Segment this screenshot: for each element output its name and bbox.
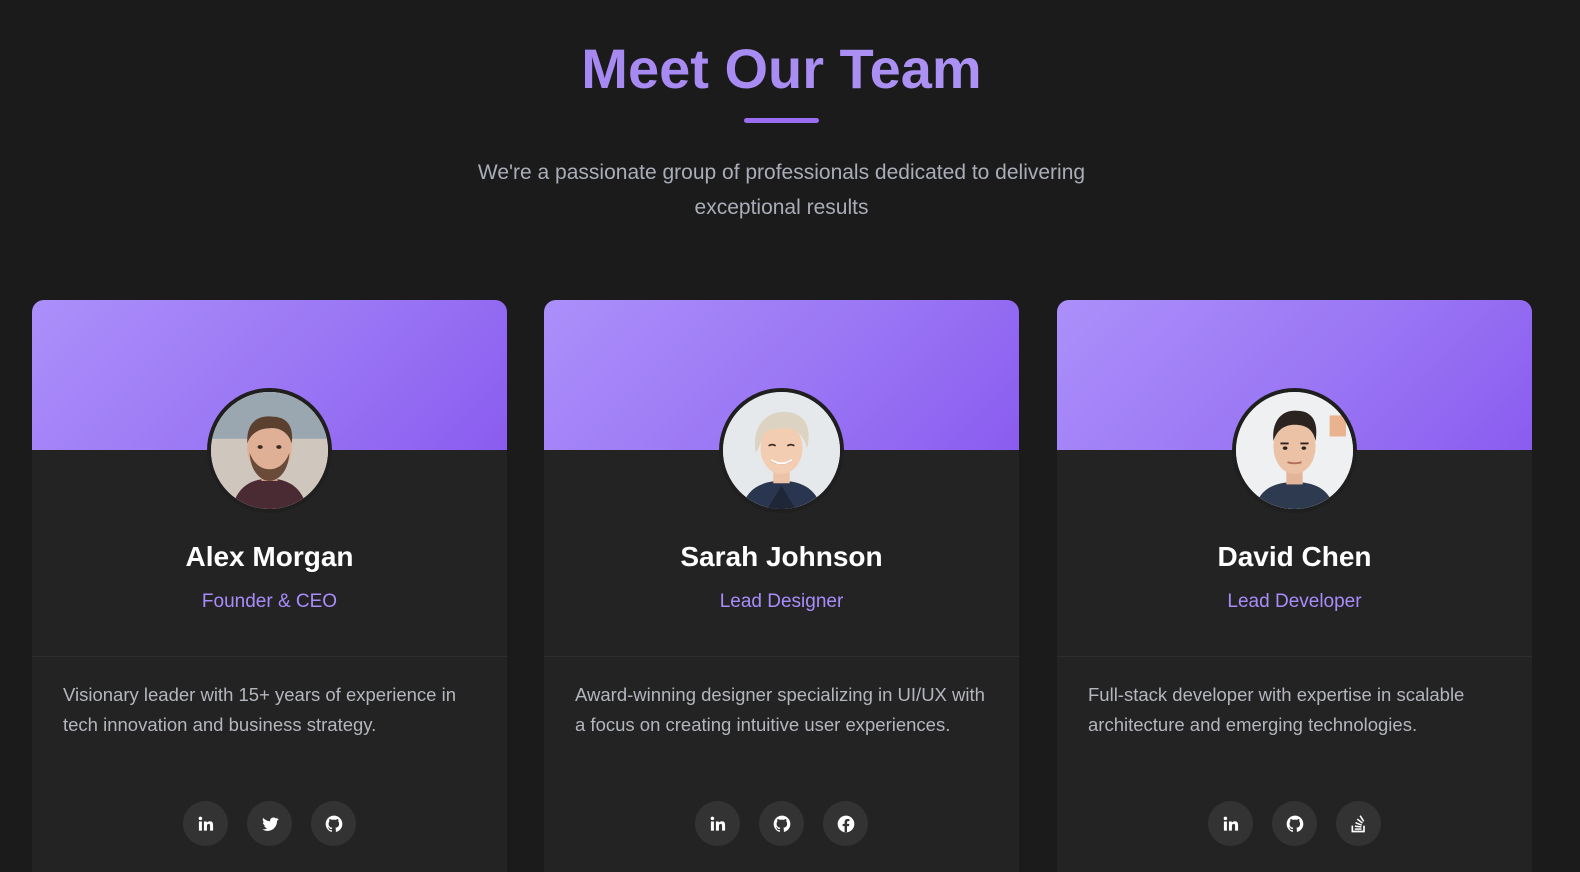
team-section: Meet Our Team We're a passionate group o…: [0, 0, 1580, 872]
twitter-link[interactable]: [247, 801, 292, 846]
member-role: Lead Designer: [719, 591, 844, 612]
avatar-photo-male-beard: [211, 392, 328, 509]
card-divider: [544, 656, 1019, 657]
facebook-icon: [837, 815, 854, 832]
page-subtitle: We're a passionate group of professional…: [477, 161, 1086, 219]
page-title: Meet Our Team: [0, 36, 1563, 102]
member-bio: Full-stack developer with expertise in s…: [1088, 684, 1465, 735]
avatar-photo-female-blonde: [723, 392, 840, 509]
social-links: [544, 801, 1019, 846]
team-card-alex-morgan: Alex Morgan Founder & CEO Visionary lead…: [32, 300, 507, 872]
facebook-link[interactable]: [823, 801, 868, 846]
card-divider: [1057, 656, 1532, 657]
github-link[interactable]: [759, 801, 804, 846]
team-card-sarah-johnson: Sarah Johnson Lead Designer Award-winnin…: [544, 300, 1019, 872]
member-role: Founder & CEO: [201, 591, 338, 612]
social-links: [32, 801, 507, 846]
avatar: [207, 388, 332, 513]
member-bio: Visionary leader with 15+ years of exper…: [63, 684, 457, 735]
linkedin-icon: [710, 816, 725, 831]
linkedin-link[interactable]: [183, 801, 228, 846]
github-link[interactable]: [311, 801, 356, 846]
card-divider: [32, 656, 507, 657]
member-name: David Chen: [1217, 541, 1372, 572]
github-icon: [325, 815, 342, 832]
stack-overflow-link[interactable]: [1336, 801, 1381, 846]
github-link[interactable]: [1272, 801, 1317, 846]
stack-overflow-icon: [1351, 814, 1365, 832]
avatar: [1232, 388, 1357, 513]
linkedin-icon: [1223, 816, 1238, 831]
github-icon: [773, 815, 790, 832]
avatar-photo-male: [1236, 392, 1353, 509]
github-icon: [1286, 815, 1303, 832]
linkedin-link[interactable]: [1208, 801, 1253, 846]
avatar: [719, 388, 844, 513]
social-links: [1057, 801, 1532, 846]
member-name: Alex Morgan: [185, 541, 354, 572]
linkedin-icon: [198, 816, 213, 831]
team-card-david-chen: David Chen Lead Developer Full-stack dev…: [1057, 300, 1532, 872]
title-divider: [744, 118, 819, 123]
member-role: Lead Developer: [1227, 591, 1362, 612]
member-bio: Award-winning designer specializing in U…: [575, 684, 985, 735]
twitter-icon: [261, 816, 279, 831]
member-name: Sarah Johnson: [680, 541, 883, 572]
linkedin-link[interactable]: [695, 801, 740, 846]
